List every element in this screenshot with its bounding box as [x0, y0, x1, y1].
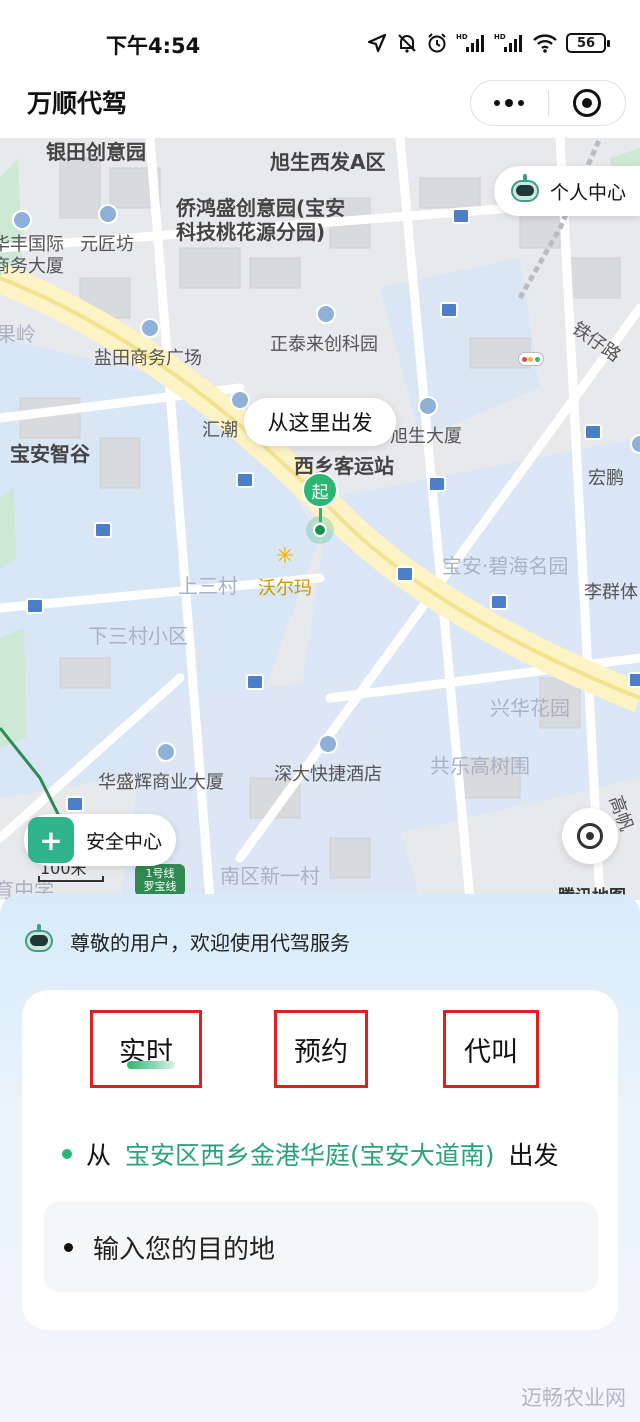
status-time: 下午4:54 [106, 34, 201, 58]
bus-stop-icon[interactable] [490, 594, 508, 610]
destination-dot-icon [64, 1242, 73, 1252]
svg-text:HD: HD [494, 33, 506, 41]
map-label: 下三村小区 [88, 624, 188, 648]
poi-building-icon[interactable] [156, 742, 176, 762]
walmart-spark-icon: ✳ [275, 544, 295, 569]
tab-reserve[interactable]: 预约 [274, 1010, 368, 1088]
order-card: 实时 预约 代叫 从 宝安区西乡金港华庭(宝安大道南) 出发 输入您的目的地 [22, 990, 618, 1330]
tab-label: 代叫 [464, 1036, 518, 1068]
start-pin-marker[interactable]: 起 [302, 472, 338, 508]
mute-icon [396, 30, 418, 56]
status-bar: 下午4:54 HD HD 56 [0, 0, 640, 80]
active-tab-indicator [127, 1061, 175, 1069]
poi-building-icon[interactable] [12, 210, 32, 230]
origin-address[interactable]: 宝安区西乡金港华庭(宝安大道南) [125, 1136, 495, 1172]
map-label: 兴华花园 [490, 696, 570, 720]
tab-label: 预约 [294, 1036, 348, 1068]
app-title: 万顺代驾 [27, 89, 128, 118]
map-label: 华盛辉商业大厦 [98, 772, 224, 793]
hd-signal-icon: HD [494, 30, 524, 56]
watermark: 迈畅农业网 [521, 1386, 626, 1410]
tab-realtime[interactable]: 实时 [90, 1010, 202, 1088]
bus-stop-icon[interactable] [428, 476, 446, 492]
shield-plus-icon: + [28, 817, 74, 863]
alarm-icon [426, 30, 448, 56]
origin-row[interactable]: 从 宝安区西乡金港华庭(宝安大道南) 出发 [62, 1136, 559, 1172]
map-label: 南区新一村 [220, 864, 320, 888]
welcome-row: 尊敬的用户，欢迎使用代驾服务 [22, 924, 350, 958]
location-icon [366, 30, 388, 56]
map-label: 宏鹏 [588, 468, 624, 489]
map-label: 深大快捷酒店 [274, 764, 382, 785]
wifi-icon [532, 30, 558, 56]
map-label: 旭生西发A区 [270, 150, 386, 174]
bus-stop-icon[interactable] [452, 208, 470, 224]
map-label: 李群体 [584, 582, 638, 603]
welcome-message: 尊敬的用户，欢迎使用代驾服务 [70, 930, 350, 955]
bus-stop-icon[interactable] [396, 566, 414, 582]
poi-building-icon[interactable] [98, 204, 118, 224]
more-dot [505, 99, 514, 107]
tab-call-for-others[interactable]: 代叫 [443, 1010, 539, 1088]
bus-stop-icon[interactable] [584, 424, 602, 440]
map-label: 盐田商务广场 [94, 348, 202, 369]
bus-stop-icon[interactable] [26, 598, 44, 614]
destination-placeholder: 输入您的目的地 [93, 1234, 276, 1265]
close-target-icon [572, 89, 601, 117]
depart-from-here-bubble[interactable]: 从这里出发 [244, 398, 396, 446]
robot-avatar-icon [508, 174, 542, 208]
locate-me-button[interactable] [562, 808, 618, 864]
map-label: 汇潮 [202, 420, 238, 441]
map-label: 元匠坊 [80, 234, 134, 255]
poi-building-icon[interactable] [418, 396, 438, 416]
origin-suffix: 出发 [508, 1141, 559, 1170]
map-scale-bar [38, 876, 104, 882]
traffic-light-icon [518, 352, 544, 366]
close-miniprogram-button[interactable] [549, 81, 626, 125]
metro-line-badge: 1号线 罗宝线 [135, 864, 185, 896]
battery-indicator: 56 [566, 33, 610, 53]
poi-building-icon[interactable] [316, 304, 336, 324]
poi-hotel-icon[interactable] [318, 734, 338, 754]
svg-text:HD: HD [456, 33, 468, 41]
booking-panel: 尊敬的用户，欢迎使用代驾服务 实时 预约 代叫 从 宝安区西乡金港华庭(宝安大道… [0, 894, 640, 1422]
map-label: 上三村 [178, 574, 238, 598]
bus-stop-icon[interactable] [440, 302, 458, 318]
user-center-button[interactable]: 个人中心 [494, 166, 640, 216]
map-label: 华丰国际 商务大厦 [0, 234, 64, 277]
map-label: 果岭 [0, 322, 36, 346]
status-icons: HD HD 56 [366, 30, 610, 56]
bus-stop-icon[interactable] [94, 522, 112, 538]
poi-building-icon[interactable] [230, 390, 250, 410]
bus-stop-icon[interactable] [66, 796, 84, 812]
map-view[interactable]: 银田创意园 旭生西发A区 侨鸿盛创意园(宝安 科技桃花源分园) 华丰国际 商务大… [0, 138, 640, 900]
safety-center-label: 安全中心 [86, 830, 163, 853]
crosshair-icon [577, 823, 603, 849]
origin-dot-icon [62, 1149, 72, 1159]
map-label: 沃尔玛 [258, 578, 312, 599]
map-label: 旭生大厦 [390, 426, 462, 447]
more-options-button[interactable] [471, 81, 548, 125]
poi-building-icon[interactable] [140, 318, 160, 338]
miniprogram-capsule [470, 80, 626, 126]
safety-center-button[interactable]: + 安全中心 [24, 814, 176, 866]
bus-stop-icon[interactable] [246, 674, 264, 690]
map-label: 共乐高树围 [430, 754, 530, 778]
map-label: 银田创意园 [46, 140, 146, 164]
bus-stop-icon[interactable] [236, 472, 254, 488]
start-location-dot [313, 523, 327, 537]
bus-stop-icon[interactable] [628, 672, 640, 688]
map-label: 宝安智谷 [10, 442, 90, 466]
more-dot [518, 100, 525, 106]
nav-bar: 万顺代驾 [0, 80, 640, 138]
hd-signal-icon: HD [456, 30, 486, 56]
map-label: 宝安·碧海名园 [442, 554, 569, 578]
map-label: 正泰来创科园 [270, 334, 378, 355]
destination-input[interactable]: 输入您的目的地 [44, 1202, 598, 1292]
user-center-label: 个人中心 [550, 181, 627, 204]
map-label: 侨鸿盛创意园(宝安 科技桃花源分园) [176, 196, 346, 244]
origin-prefix: 从 [86, 1141, 112, 1170]
robot-avatar-icon [22, 924, 56, 958]
more-dot [494, 100, 501, 106]
